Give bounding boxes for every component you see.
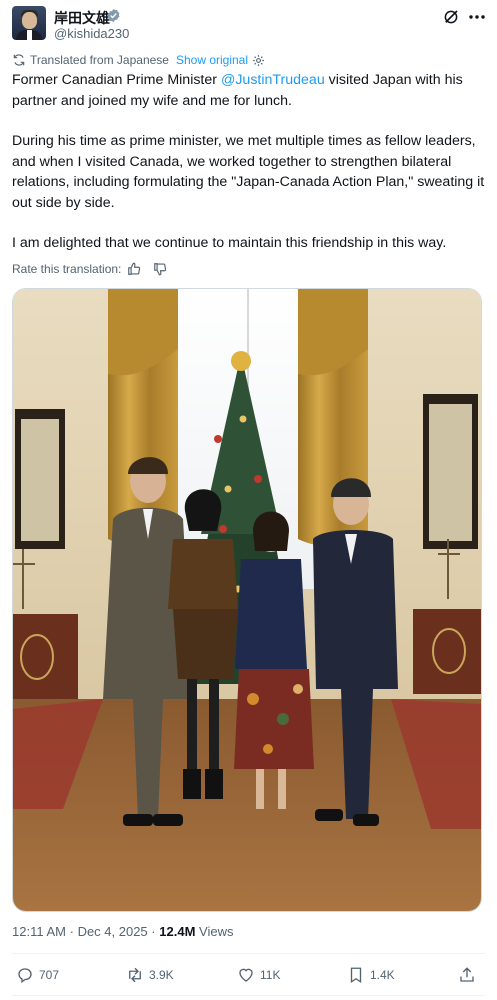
translated-label: Translated from Japanese	[30, 53, 169, 67]
tweet-meta: 12:11 AM · Dec 4, 2025 · 12.4M Views	[12, 924, 233, 939]
reply-button[interactable]: 707	[16, 964, 59, 986]
bookmark-count: 1.4K	[370, 968, 395, 982]
bookmark-button[interactable]: 1.4K	[347, 964, 395, 986]
tweet-actions: 707 3.9K 11K 1.4K	[12, 962, 485, 988]
rate-translation: Rate this translation:	[12, 261, 167, 277]
translation-notice: Translated from Japanese Show original	[12, 52, 265, 68]
mention-link[interactable]: @JustinTrudeau	[221, 72, 325, 88]
meta-separator: ·	[151, 924, 156, 939]
bookmark-icon	[350, 967, 362, 984]
rate-translation-label: Rate this translation:	[12, 262, 122, 276]
like-button[interactable]: 11K	[237, 964, 280, 986]
tweet-text: Former Canadian Prime Minister @JustinTr…	[12, 70, 485, 274]
tweet-paragraph-3: I am delighted that we continue to maint…	[12, 235, 447, 251]
show-original-link[interactable]: Show original	[176, 53, 248, 67]
translate-icon	[13, 54, 25, 66]
grok-icon[interactable]	[442, 8, 460, 26]
reply-count: 707	[39, 968, 60, 982]
tweet-paragraph-1: Former Canadian Prime Minister @JustinTr…	[12, 72, 463, 109]
tweet-photo[interactable]	[12, 288, 482, 912]
like-icon	[239, 968, 253, 982]
author-avatar[interactable]	[12, 6, 46, 40]
verified-badge-icon	[107, 8, 120, 23]
thumbs-up-icon[interactable]	[127, 262, 141, 276]
tweet-time[interactable]: 12:11 AM	[12, 924, 66, 939]
repost-icon	[129, 967, 141, 983]
like-count: 11K	[260, 968, 281, 982]
more-icon[interactable]	[467, 8, 487, 26]
meta-separator: ·	[69, 924, 74, 939]
settings-icon[interactable]	[252, 54, 265, 67]
repost-count: 3.9K	[149, 968, 174, 982]
repost-button[interactable]: 3.9K	[126, 964, 174, 986]
tweet-paragraph-2: During his time as prime minister, we me…	[12, 133, 485, 211]
author-handle[interactable]: @kishida230	[54, 26, 129, 41]
share-button[interactable]	[458, 964, 476, 986]
share-icon	[460, 967, 474, 982]
tweet-header: 岸田文雄 @kishida230	[12, 4, 485, 42]
divider	[12, 953, 485, 954]
views-label: Views	[199, 924, 234, 939]
tweet-date[interactable]: Dec 4, 2025	[78, 924, 148, 939]
thumbs-down-icon[interactable]	[153, 262, 167, 276]
author-display-name[interactable]: 岸田文雄	[54, 8, 110, 28]
views-count: 12.4M	[159, 924, 196, 939]
divider	[12, 995, 485, 996]
reply-icon	[18, 968, 32, 984]
